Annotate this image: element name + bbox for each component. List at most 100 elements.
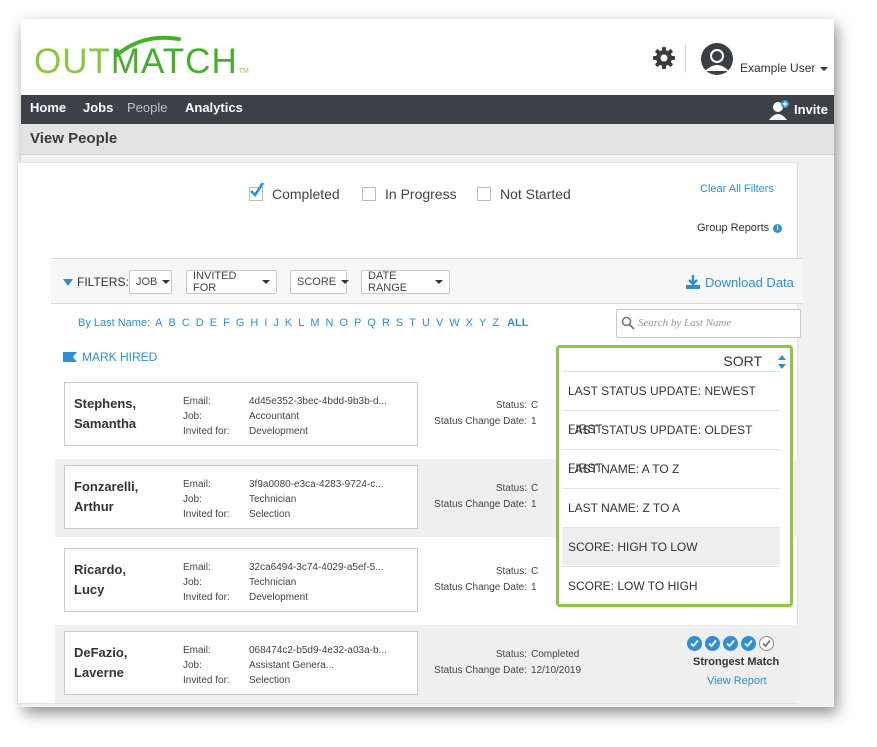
info-labels: Email: Job: Invited for:: [183, 560, 230, 605]
not-started-checkbox[interactable]: [477, 187, 491, 201]
in-progress-label: In Progress: [385, 186, 457, 202]
mark-hired-button[interactable]: MARK HIRED: [63, 350, 157, 364]
invited-for-value: Selection: [249, 675, 291, 686]
letter-filter-v[interactable]: V: [436, 317, 443, 329]
nav-analytics[interactable]: Analytics: [185, 100, 243, 115]
letter-filter-x[interactable]: X: [466, 317, 473, 329]
letter-filter-g[interactable]: G: [236, 317, 245, 329]
job-dropdown[interactable]: JOB: [129, 270, 172, 294]
email-value: 068474c2-b5d9-4e32-a03a-b...: [249, 645, 387, 656]
status-in-progress[interactable]: In Progress: [362, 186, 457, 202]
completed-checkbox[interactable]: [249, 182, 265, 201]
letter-filter-u[interactable]: U: [422, 317, 430, 329]
job-value: Technician: [249, 577, 297, 588]
status-label: Status:: [495, 649, 527, 660]
letter-filter-o[interactable]: O: [339, 317, 348, 329]
invite-user-icon[interactable]: [768, 99, 790, 121]
chevron-down-icon: [162, 280, 171, 284]
letter-filter-j[interactable]: J: [273, 317, 279, 329]
letter-filter-h[interactable]: H: [250, 317, 258, 329]
sort-option-score-low[interactable]: SCORE: LOW TO HIGH: [562, 566, 780, 604]
job-label: Job:: [183, 494, 202, 505]
sort-button[interactable]: SORT: [723, 353, 762, 369]
completed-label: Completed: [272, 186, 340, 202]
letter-filter-s[interactable]: S: [396, 317, 403, 329]
status-labels: Status: Status Change Date:: [400, 398, 527, 430]
sort-option-name-az[interactable]: LAST NAME: A TO Z: [562, 449, 780, 487]
chevron-down-icon: [341, 280, 350, 284]
top-bar: OUT MATCH TM Example User: [21, 19, 834, 95]
score-check-empty-icon: [759, 636, 774, 651]
search-input[interactable]: Search by Last Name: [616, 309, 801, 338]
status-not-started[interactable]: Not Started: [477, 186, 571, 202]
sort-option-newest[interactable]: LAST STATUS UPDATE: NEWEST FIRST: [562, 371, 780, 436]
letter-filter-m[interactable]: M: [310, 317, 319, 329]
group-reports-label: Group Reports: [697, 222, 770, 234]
gear-icon[interactable]: [652, 46, 676, 70]
letter-filter-f[interactable]: F: [223, 317, 230, 329]
match-label: Strongest Match: [693, 656, 780, 668]
letter-filter-i[interactable]: I: [264, 317, 267, 329]
letter-filter-k[interactable]: K: [285, 317, 292, 329]
person-name[interactable]: Fonzarelli, Arthur: [74, 477, 154, 517]
invite-button[interactable]: Invite: [794, 102, 828, 117]
letter-filter-d[interactable]: D: [196, 317, 204, 329]
letter-filter-q[interactable]: Q: [367, 317, 376, 329]
person-name[interactable]: DeFazio, Laverne: [74, 643, 154, 683]
logo-tm: TM: [238, 68, 249, 75]
main-nav: Home Jobs People Analytics Invite: [21, 95, 834, 124]
clear-filters-link[interactable]: Clear All Filters: [700, 183, 774, 195]
letter-filter-c[interactable]: C: [182, 317, 190, 329]
sort-arrows-icon[interactable]: [777, 354, 787, 370]
download-data-link[interactable]: Download Data: [685, 274, 794, 290]
date-range-dropdown[interactable]: DATE RANGE: [361, 270, 450, 294]
status-value: C: [531, 400, 539, 411]
person-last-name: DeFazio,: [74, 645, 128, 660]
nav-jobs[interactable]: Jobs: [83, 100, 113, 115]
mark-hired-label: MARK HIRED: [82, 350, 158, 364]
sort-option-name-za[interactable]: LAST NAME: Z TO A: [562, 488, 780, 526]
letter-filter-p[interactable]: P: [354, 317, 361, 329]
user-menu[interactable]: Example User: [740, 61, 829, 75]
sort-option-score-high[interactable]: SCORE: HIGH TO LOW: [562, 527, 780, 565]
person-name[interactable]: Stephens, Samantha: [74, 394, 154, 434]
info-icon: i: [773, 223, 783, 233]
nav-people[interactable]: People: [127, 100, 167, 115]
group-reports-link[interactable]: Group Reports i: [697, 222, 783, 234]
person-name[interactable]: Ricardo, Lucy: [74, 560, 154, 600]
letter-filter-l[interactable]: L: [298, 317, 304, 329]
sort-option-oldest[interactable]: LAST STATUS UPDATE: OLDEST FIRST: [562, 410, 780, 475]
user-avatar-icon[interactable]: [701, 43, 733, 75]
person-card[interactable]: Ricardo, Lucy Email: Job: Invited for: 32ca…: [64, 548, 418, 612]
logo-out-text: OUT: [34, 42, 111, 81]
status-completed[interactable]: Completed: [249, 182, 340, 202]
email-value: 4d45e352-3bec-4bdd-9b3b-d...: [249, 396, 387, 407]
letter-filter-e[interactable]: E: [210, 317, 217, 329]
email-label: Email:: [183, 645, 211, 656]
letter-filter-y[interactable]: Y: [479, 317, 486, 329]
letter-filter-t[interactable]: T: [409, 317, 416, 329]
job-value: Technician: [249, 494, 297, 505]
date-range-dropdown-label: DATE RANGE: [368, 270, 408, 294]
status-date: 1: [531, 582, 537, 593]
letter-filter-r[interactable]: R: [382, 317, 390, 329]
person-card[interactable]: Fonzarelli, Arthur Email: Job: Invited for:…: [64, 465, 418, 529]
in-progress-checkbox[interactable]: [362, 187, 376, 201]
person-card[interactable]: Stephens, Samantha Email: Job: Invited for:…: [64, 382, 418, 446]
score-rating: [687, 636, 777, 651]
letter-filter-all[interactable]: ALL: [507, 317, 528, 329]
letter-filter-z[interactable]: Z: [492, 317, 499, 329]
letter-filter-b[interactable]: B: [168, 317, 175, 329]
letter-filter-a[interactable]: A: [155, 317, 162, 329]
invited-for-dropdown[interactable]: INVITED FOR: [186, 270, 277, 294]
score-dropdown[interactable]: SCORE: [290, 270, 350, 294]
status-change-label: Status Change Date:: [434, 665, 527, 676]
view-report-link[interactable]: View Report: [707, 675, 767, 687]
person-card[interactable]: DeFazio, Laverne Email: Job: Invited for: 0…: [64, 631, 418, 695]
person-first-name: Arthur: [74, 499, 114, 514]
letter-filter-n[interactable]: N: [326, 317, 334, 329]
letter-filter-w[interactable]: W: [449, 317, 459, 329]
nav-home[interactable]: Home: [30, 100, 66, 115]
status-date: 12/10/2019: [531, 665, 582, 676]
outmatch-logo[interactable]: OUT MATCH TM: [34, 35, 249, 81]
